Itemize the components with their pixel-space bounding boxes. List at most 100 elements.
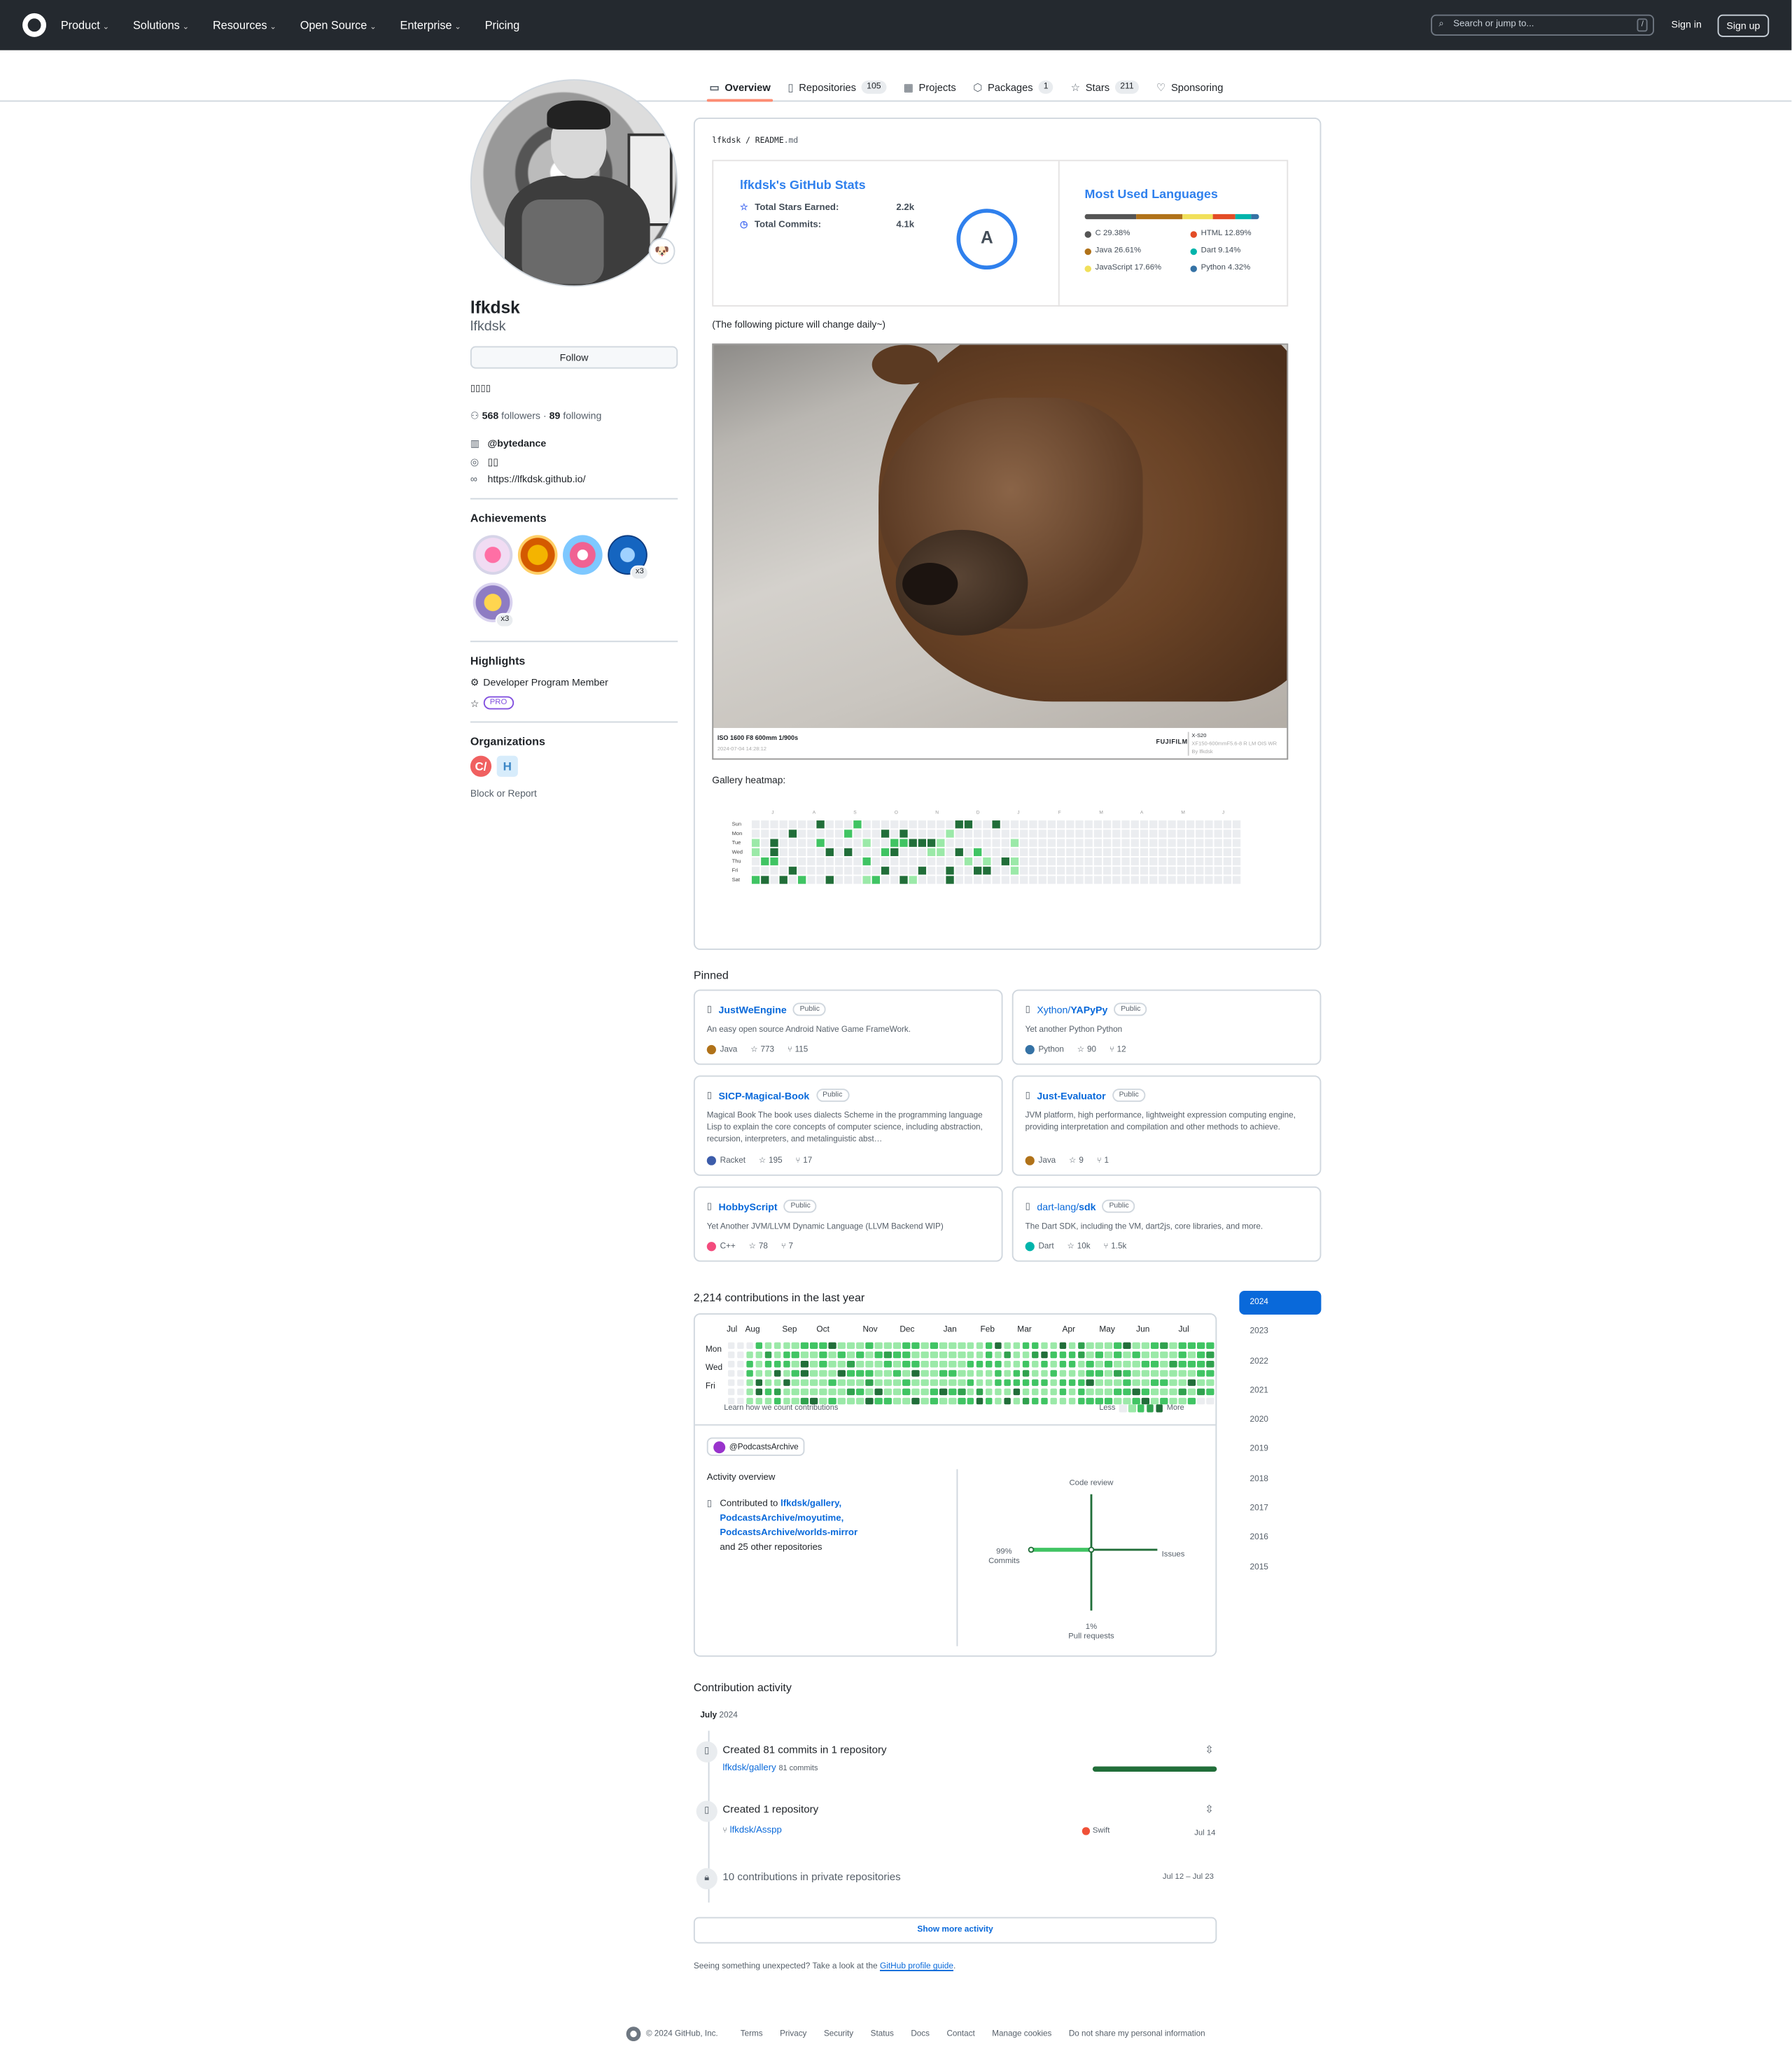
footer-link[interactable]: Do not share my personal information [1069, 2029, 1205, 2038]
repo-name-link[interactable]: YAPyPy [1070, 1003, 1107, 1015]
gallery-cell[interactable] [1176, 856, 1185, 865]
calendar-day[interactable] [1123, 1388, 1131, 1396]
calendar-day[interactable] [1142, 1378, 1149, 1387]
calendar-day[interactable] [856, 1378, 864, 1387]
calendar-day[interactable] [829, 1360, 836, 1368]
repo-name-link[interactable]: Just-Evaluator [1037, 1089, 1105, 1101]
calendar-day[interactable] [1178, 1342, 1186, 1350]
gallery-cell[interactable] [945, 847, 953, 856]
calendar-day[interactable] [847, 1351, 855, 1359]
gallery-cell[interactable] [769, 838, 778, 846]
gallery-cell[interactable] [825, 820, 834, 828]
gallery-cell[interactable] [890, 875, 898, 883]
gallery-cell[interactable] [1213, 838, 1222, 846]
calendar-day[interactable] [911, 1342, 919, 1350]
gallery-cell[interactable] [991, 820, 1000, 828]
calendar-day[interactable] [1197, 1342, 1205, 1350]
calendar-day[interactable] [1013, 1369, 1021, 1378]
gallery-cell[interactable] [844, 875, 852, 883]
gallery-cell[interactable] [880, 838, 889, 846]
gallery-cell[interactable] [769, 875, 778, 883]
repo-owner-link[interactable]: dart-lang/ [1037, 1200, 1079, 1212]
gallery-cell[interactable] [1000, 847, 1009, 856]
calendar-day[interactable] [1123, 1360, 1131, 1368]
gallery-cell[interactable] [1084, 829, 1092, 837]
calendar-day[interactable] [883, 1360, 892, 1368]
gallery-cell[interactable] [1112, 856, 1120, 865]
gallery-cell[interactable] [1037, 829, 1046, 837]
repo-forks[interactable]: 12 [1117, 1045, 1126, 1054]
calendar-day[interactable] [1031, 1351, 1039, 1359]
gallery-cell[interactable] [1121, 866, 1129, 874]
calendar-day[interactable] [985, 1360, 993, 1368]
tab-sponsoring[interactable]: ♡ Sponsoring [1156, 74, 1224, 101]
calendar-day[interactable] [1077, 1351, 1085, 1359]
calendar-day[interactable] [967, 1369, 974, 1378]
gallery-cell[interactable] [788, 866, 797, 874]
calendar-day[interactable] [1188, 1388, 1196, 1396]
gallery-cell[interactable] [963, 875, 972, 883]
gallery-cell[interactable] [963, 866, 972, 874]
gallery-cell[interactable] [954, 866, 962, 874]
calendar-day[interactable] [819, 1397, 827, 1405]
calendar-day[interactable] [1077, 1378, 1085, 1387]
calendar-day[interactable] [792, 1397, 799, 1405]
gallery-cell[interactable] [816, 820, 824, 828]
footer-link[interactable]: Status [871, 2029, 894, 2038]
gallery-cell[interactable] [1130, 820, 1138, 828]
calendar-day[interactable] [810, 1378, 818, 1387]
calendar-day[interactable] [1114, 1369, 1122, 1378]
gallery-cell[interactable] [853, 820, 861, 828]
gallery-cell[interactable] [806, 838, 815, 846]
gallery-cell[interactable] [750, 829, 760, 837]
calendar-day[interactable] [902, 1369, 910, 1378]
gallery-cell[interactable] [1046, 829, 1056, 837]
calendar-day[interactable] [976, 1388, 984, 1396]
gallery-cell[interactable] [1065, 820, 1074, 828]
gallery-cell[interactable] [1213, 847, 1222, 856]
calendar-day[interactable] [902, 1360, 910, 1368]
gallery-cell[interactable] [1130, 829, 1138, 837]
gallery-cell[interactable] [1009, 856, 1018, 865]
calendar-day[interactable] [985, 1342, 993, 1350]
gallery-cell[interactable] [871, 829, 880, 837]
gallery-cell[interactable] [908, 820, 916, 828]
repo-link[interactable]: PodcastsArchive/worlds-mirror [720, 1529, 858, 1538]
gallery-cell[interactable] [1102, 856, 1111, 865]
calendar-day[interactable] [1123, 1397, 1131, 1405]
gallery-cell[interactable] [927, 847, 935, 856]
gallery-cell[interactable] [973, 866, 981, 874]
gallery-cell[interactable] [853, 866, 861, 874]
footer-link[interactable]: Manage cookies [992, 2029, 1051, 2038]
gallery-cell[interactable] [890, 847, 898, 856]
gallery-cell[interactable] [1176, 847, 1185, 856]
show-more-activity-button[interactable]: Show more activity [693, 1917, 1217, 1944]
calendar-day[interactable] [883, 1369, 892, 1378]
gallery-cell[interactable] [982, 866, 990, 874]
gallery-cell[interactable] [1167, 875, 1175, 883]
gallery-cell[interactable] [1102, 820, 1111, 828]
gallery-cell[interactable] [973, 856, 981, 865]
gallery-cell[interactable] [816, 866, 824, 874]
gallery-cell[interactable] [1185, 829, 1194, 837]
gallery-cell[interactable] [982, 847, 990, 856]
calendar-day[interactable] [1068, 1360, 1076, 1368]
calendar-day[interactable] [1040, 1378, 1049, 1387]
calendar-day[interactable] [792, 1378, 799, 1387]
gallery-cell[interactable] [1130, 866, 1138, 874]
gallery-cell[interactable] [778, 829, 787, 837]
calendar-day[interactable] [976, 1369, 984, 1378]
gallery-cell[interactable] [816, 829, 824, 837]
gallery-cell[interactable] [973, 838, 981, 846]
gallery-cell[interactable] [871, 820, 880, 828]
calendar-day[interactable] [911, 1369, 919, 1378]
calendar-day[interactable] [958, 1388, 965, 1396]
calendar-day[interactable] [1040, 1388, 1049, 1396]
gallery-cell[interactable] [936, 856, 944, 865]
gallery-cell[interactable] [1093, 866, 1102, 874]
gallery-cell[interactable] [917, 866, 926, 874]
calendar-day[interactable] [1077, 1360, 1085, 1368]
nav-product[interactable]: Product ⌄ [61, 18, 121, 31]
calendar-day[interactable] [746, 1351, 754, 1359]
calendar-day[interactable] [994, 1342, 1002, 1350]
